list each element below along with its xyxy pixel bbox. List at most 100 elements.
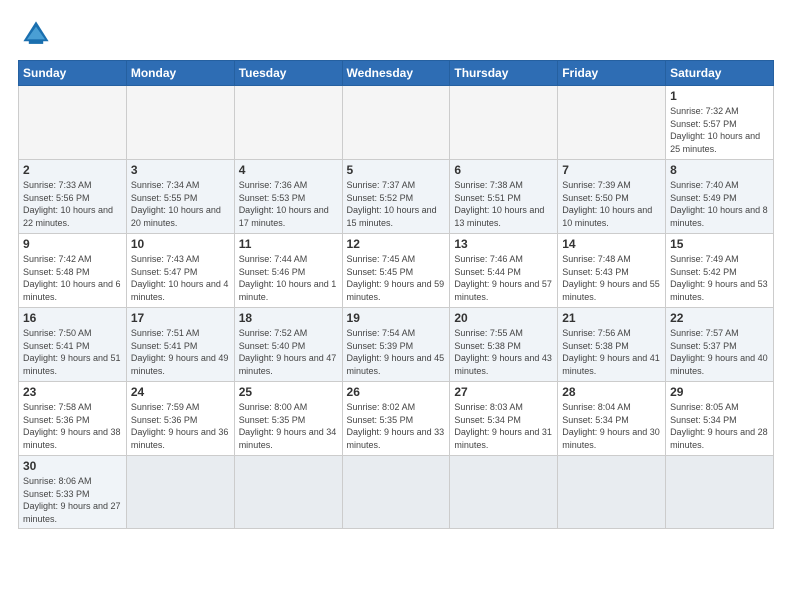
day-number: 15 — [670, 237, 769, 251]
day-number: 11 — [239, 237, 338, 251]
day-info: Sunrise: 7:50 AM Sunset: 5:41 PM Dayligh… — [23, 327, 122, 377]
day-cell: 22Sunrise: 7:57 AM Sunset: 5:37 PM Dayli… — [666, 308, 774, 382]
week-row-4: 16Sunrise: 7:50 AM Sunset: 5:41 PM Dayli… — [19, 308, 774, 382]
day-info: Sunrise: 7:59 AM Sunset: 5:36 PM Dayligh… — [131, 401, 230, 451]
day-cell: 12Sunrise: 7:45 AM Sunset: 5:45 PM Dayli… — [342, 234, 450, 308]
day-number: 14 — [562, 237, 661, 251]
day-number: 23 — [23, 385, 122, 399]
weekday-header-saturday: Saturday — [666, 61, 774, 86]
day-info: Sunrise: 7:46 AM Sunset: 5:44 PM Dayligh… — [454, 253, 553, 303]
day-cell: 5 Sunrise: 7:37 AM Sunset: 5:52 PM Daylig… — [342, 160, 450, 234]
day-number: 21 — [562, 311, 661, 325]
day-cell — [126, 456, 234, 529]
day-number: 28 — [562, 385, 661, 399]
day-cell: 23 Sunrise: 7:58 AM Sunset: 5:36 PM Dayli… — [19, 382, 127, 456]
day-cell — [666, 456, 774, 529]
day-info: Sunrise: 8:03 AM Sunset: 5:34 PM Dayligh… — [454, 401, 553, 451]
day-cell: 2Sunrise: 7:33 AM Sunset: 5:56 PM Daylig… — [19, 160, 127, 234]
day-number: 5 — [347, 163, 446, 177]
day-cell — [342, 456, 450, 529]
day-number: 30 — [23, 459, 122, 473]
day-number: 20 — [454, 311, 553, 325]
day-cell: 6 Sunrise: 7:38 AM Sunset: 5:51 PM Daylig… — [450, 160, 558, 234]
weekday-header-friday: Friday — [558, 61, 666, 86]
day-info: Sunrise: 7:57 AM Sunset: 5:37 PM Dayligh… — [670, 327, 769, 377]
day-cell: 16Sunrise: 7:50 AM Sunset: 5:41 PM Dayli… — [19, 308, 127, 382]
day-number: 29 — [670, 385, 769, 399]
day-info: Sunrise: 7:38 AM Sunset: 5:51 PM Dayligh… — [454, 179, 553, 229]
day-info: Sunrise: 7:32 AM Sunset: 5:57 PM Dayligh… — [670, 105, 769, 155]
weekday-header-monday: Monday — [126, 61, 234, 86]
day-cell: 27 Sunrise: 8:03 AM Sunset: 5:34 PM Dayli… — [450, 382, 558, 456]
day-info: Sunrise: 7:44 AM Sunset: 5:46 PM Dayligh… — [239, 253, 338, 303]
day-info: Sunrise: 7:58 AM Sunset: 5:36 PM Dayligh… — [23, 401, 122, 451]
logo — [18, 16, 58, 52]
weekday-header-sunday: Sunday — [19, 61, 127, 86]
day-cell: 14 Sunrise: 7:48 AM Sunset: 5:43 PM Dayli… — [558, 234, 666, 308]
day-cell: 15 Sunrise: 7:49 AM Sunset: 5:42 PM Dayli… — [666, 234, 774, 308]
week-row-6: 30Sunrise: 8:06 AM Sunset: 5:33 PM Dayli… — [19, 456, 774, 529]
day-info: Sunrise: 7:51 AM Sunset: 5:41 PM Dayligh… — [131, 327, 230, 377]
day-number: 13 — [454, 237, 553, 251]
day-number: 26 — [347, 385, 446, 399]
day-number: 10 — [131, 237, 230, 251]
day-info: Sunrise: 8:00 AM Sunset: 5:35 PM Dayligh… — [239, 401, 338, 451]
week-row-5: 23 Sunrise: 7:58 AM Sunset: 5:36 PM Dayli… — [19, 382, 774, 456]
day-cell — [126, 86, 234, 160]
week-row-2: 2Sunrise: 7:33 AM Sunset: 5:56 PM Daylig… — [19, 160, 774, 234]
weekday-header-tuesday: Tuesday — [234, 61, 342, 86]
day-cell — [19, 86, 127, 160]
day-number: 3 — [131, 163, 230, 177]
day-cell: 17 Sunrise: 7:51 AM Sunset: 5:41 PM Dayli… — [126, 308, 234, 382]
day-cell: 19 Sunrise: 7:54 AM Sunset: 5:39 PM Dayli… — [342, 308, 450, 382]
day-cell: 25Sunrise: 8:00 AM Sunset: 5:35 PM Dayli… — [234, 382, 342, 456]
day-cell: 10 Sunrise: 7:43 AM Sunset: 5:47 PM Dayli… — [126, 234, 234, 308]
day-cell: 13 Sunrise: 7:46 AM Sunset: 5:44 PM Dayli… — [450, 234, 558, 308]
day-info: Sunrise: 7:45 AM Sunset: 5:45 PM Dayligh… — [347, 253, 446, 303]
day-cell: 20Sunrise: 7:55 AM Sunset: 5:38 PM Dayli… — [450, 308, 558, 382]
day-number: 2 — [23, 163, 122, 177]
day-number: 6 — [454, 163, 553, 177]
day-info: Sunrise: 7:48 AM Sunset: 5:43 PM Dayligh… — [562, 253, 661, 303]
day-cell — [558, 86, 666, 160]
day-cell: 30Sunrise: 8:06 AM Sunset: 5:33 PM Dayli… — [19, 456, 127, 529]
day-number: 17 — [131, 311, 230, 325]
day-number: 9 — [23, 237, 122, 251]
day-cell: 29 Sunrise: 8:05 AM Sunset: 5:34 PM Dayli… — [666, 382, 774, 456]
day-cell — [558, 456, 666, 529]
weekday-header-row: SundayMondayTuesdayWednesdayThursdayFrid… — [19, 61, 774, 86]
logo-icon — [18, 16, 54, 52]
day-cell: 4 Sunrise: 7:36 AM Sunset: 5:53 PM Daylig… — [234, 160, 342, 234]
day-info: Sunrise: 7:43 AM Sunset: 5:47 PM Dayligh… — [131, 253, 230, 303]
page: SundayMondayTuesdayWednesdayThursdayFrid… — [0, 0, 792, 539]
day-cell: 11 Sunrise: 7:44 AM Sunset: 5:46 PM Dayli… — [234, 234, 342, 308]
day-number: 27 — [454, 385, 553, 399]
day-cell — [342, 86, 450, 160]
day-number: 4 — [239, 163, 338, 177]
day-info: Sunrise: 8:02 AM Sunset: 5:35 PM Dayligh… — [347, 401, 446, 451]
day-number: 18 — [239, 311, 338, 325]
day-info: Sunrise: 7:54 AM Sunset: 5:39 PM Dayligh… — [347, 327, 446, 377]
day-cell: 8 Sunrise: 7:40 AM Sunset: 5:49 PM Daylig… — [666, 160, 774, 234]
day-info: Sunrise: 7:37 AM Sunset: 5:52 PM Dayligh… — [347, 179, 446, 229]
header — [18, 16, 774, 52]
day-cell: 9Sunrise: 7:42 AM Sunset: 5:48 PM Daylig… — [19, 234, 127, 308]
day-info: Sunrise: 7:49 AM Sunset: 5:42 PM Dayligh… — [670, 253, 769, 303]
day-info: Sunrise: 7:39 AM Sunset: 5:50 PM Dayligh… — [562, 179, 661, 229]
day-number: 19 — [347, 311, 446, 325]
day-cell: 3Sunrise: 7:34 AM Sunset: 5:55 PM Daylig… — [126, 160, 234, 234]
day-info: Sunrise: 7:40 AM Sunset: 5:49 PM Dayligh… — [670, 179, 769, 229]
day-cell — [450, 86, 558, 160]
week-row-1: 1 Sunrise: 7:32 AM Sunset: 5:57 PM Daylig… — [19, 86, 774, 160]
day-info: Sunrise: 7:52 AM Sunset: 5:40 PM Dayligh… — [239, 327, 338, 377]
day-cell — [450, 456, 558, 529]
calendar: SundayMondayTuesdayWednesdayThursdayFrid… — [18, 60, 774, 529]
day-cell: 24Sunrise: 7:59 AM Sunset: 5:36 PM Dayli… — [126, 382, 234, 456]
day-number: 8 — [670, 163, 769, 177]
day-info: Sunrise: 7:36 AM Sunset: 5:53 PM Dayligh… — [239, 179, 338, 229]
weekday-header-wednesday: Wednesday — [342, 61, 450, 86]
day-cell: 21 Sunrise: 7:56 AM Sunset: 5:38 PM Dayli… — [558, 308, 666, 382]
day-info: Sunrise: 8:05 AM Sunset: 5:34 PM Dayligh… — [670, 401, 769, 451]
day-info: Sunrise: 7:56 AM Sunset: 5:38 PM Dayligh… — [562, 327, 661, 377]
day-number: 1 — [670, 89, 769, 103]
